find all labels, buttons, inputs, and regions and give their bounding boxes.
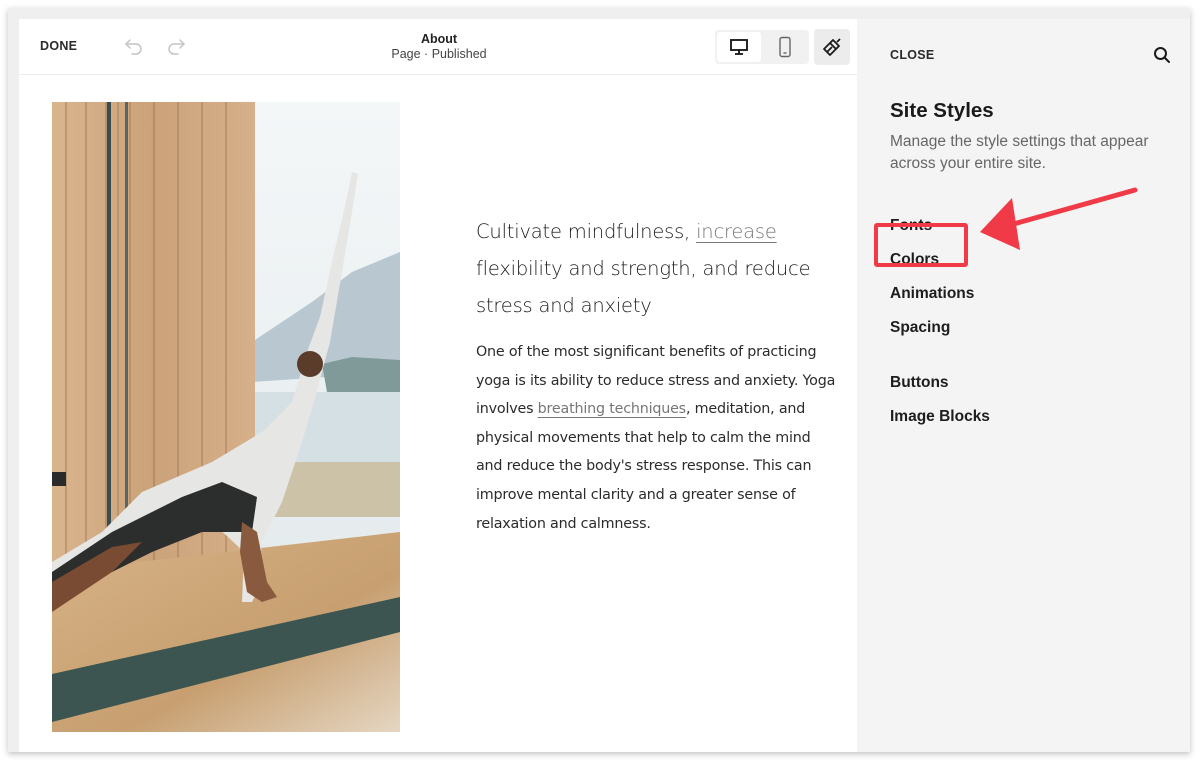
redo-button[interactable] bbox=[165, 36, 187, 56]
increase-link[interactable]: increase bbox=[696, 220, 777, 243]
style-item-fonts[interactable]: Fonts bbox=[890, 209, 1150, 243]
breathing-techniques-link[interactable]: breathing techniques bbox=[538, 401, 686, 417]
close-button[interactable]: CLOSE bbox=[890, 48, 935, 62]
done-button[interactable]: DONE bbox=[40, 39, 77, 53]
page-info[interactable]: About Page · Published bbox=[339, 32, 539, 62]
style-item-spacing[interactable]: Spacing bbox=[890, 311, 1150, 345]
hero-image[interactable] bbox=[52, 102, 400, 732]
redo-icon bbox=[168, 39, 185, 55]
headline: Cultivate mindfulness, increase flexibil… bbox=[476, 213, 836, 324]
body-paragraph: One of the most significant benefits of … bbox=[476, 338, 836, 538]
undo-button[interactable] bbox=[123, 36, 145, 56]
style-item-image-blocks[interactable]: Image Blocks bbox=[890, 400, 1150, 434]
page-editor: DONE About Page · Published Cultivate mi… bbox=[19, 19, 857, 752]
page-title: About bbox=[420, 32, 458, 46]
mobile-view-button[interactable] bbox=[763, 32, 807, 62]
style-item-buttons[interactable]: Buttons bbox=[890, 366, 1150, 400]
device-toggle bbox=[715, 30, 809, 64]
paintbrush-icon bbox=[823, 38, 841, 56]
style-item-animations[interactable]: Animations bbox=[890, 277, 1150, 311]
desktop-icon bbox=[730, 39, 748, 55]
search-button[interactable] bbox=[1152, 45, 1172, 65]
site-styles-button[interactable] bbox=[814, 29, 850, 65]
search-icon bbox=[1154, 47, 1170, 63]
editor-window: DONE About Page · Published Cultivate mi… bbox=[8, 8, 1190, 752]
site-styles-panel: CLOSE Site Styles Manage the style setti… bbox=[857, 19, 1190, 752]
yoga-photo bbox=[52, 102, 400, 732]
body-text-end: , meditation, and physical movements tha… bbox=[476, 401, 812, 532]
undo-icon bbox=[125, 39, 142, 55]
desktop-view-button[interactable] bbox=[717, 32, 761, 62]
headline-text-end: flexibility and strength, and reduce str… bbox=[476, 257, 811, 317]
editor-toolbar: DONE About Page · Published bbox=[19, 19, 857, 75]
page-status: Page · Published bbox=[391, 47, 487, 61]
panel-description: Manage the style settings that appear ac… bbox=[890, 133, 1149, 172]
style-settings-list: Fonts Colors Animations Spacing Buttons … bbox=[890, 209, 1150, 434]
content-text-block: Cultivate mindfulness, increase flexibil… bbox=[476, 213, 836, 538]
panel-title: Site Styles bbox=[890, 99, 994, 122]
headline-text: Cultivate mindfulness, bbox=[476, 220, 697, 243]
style-item-colors[interactable]: Colors bbox=[890, 243, 1150, 277]
mobile-icon bbox=[779, 36, 791, 58]
